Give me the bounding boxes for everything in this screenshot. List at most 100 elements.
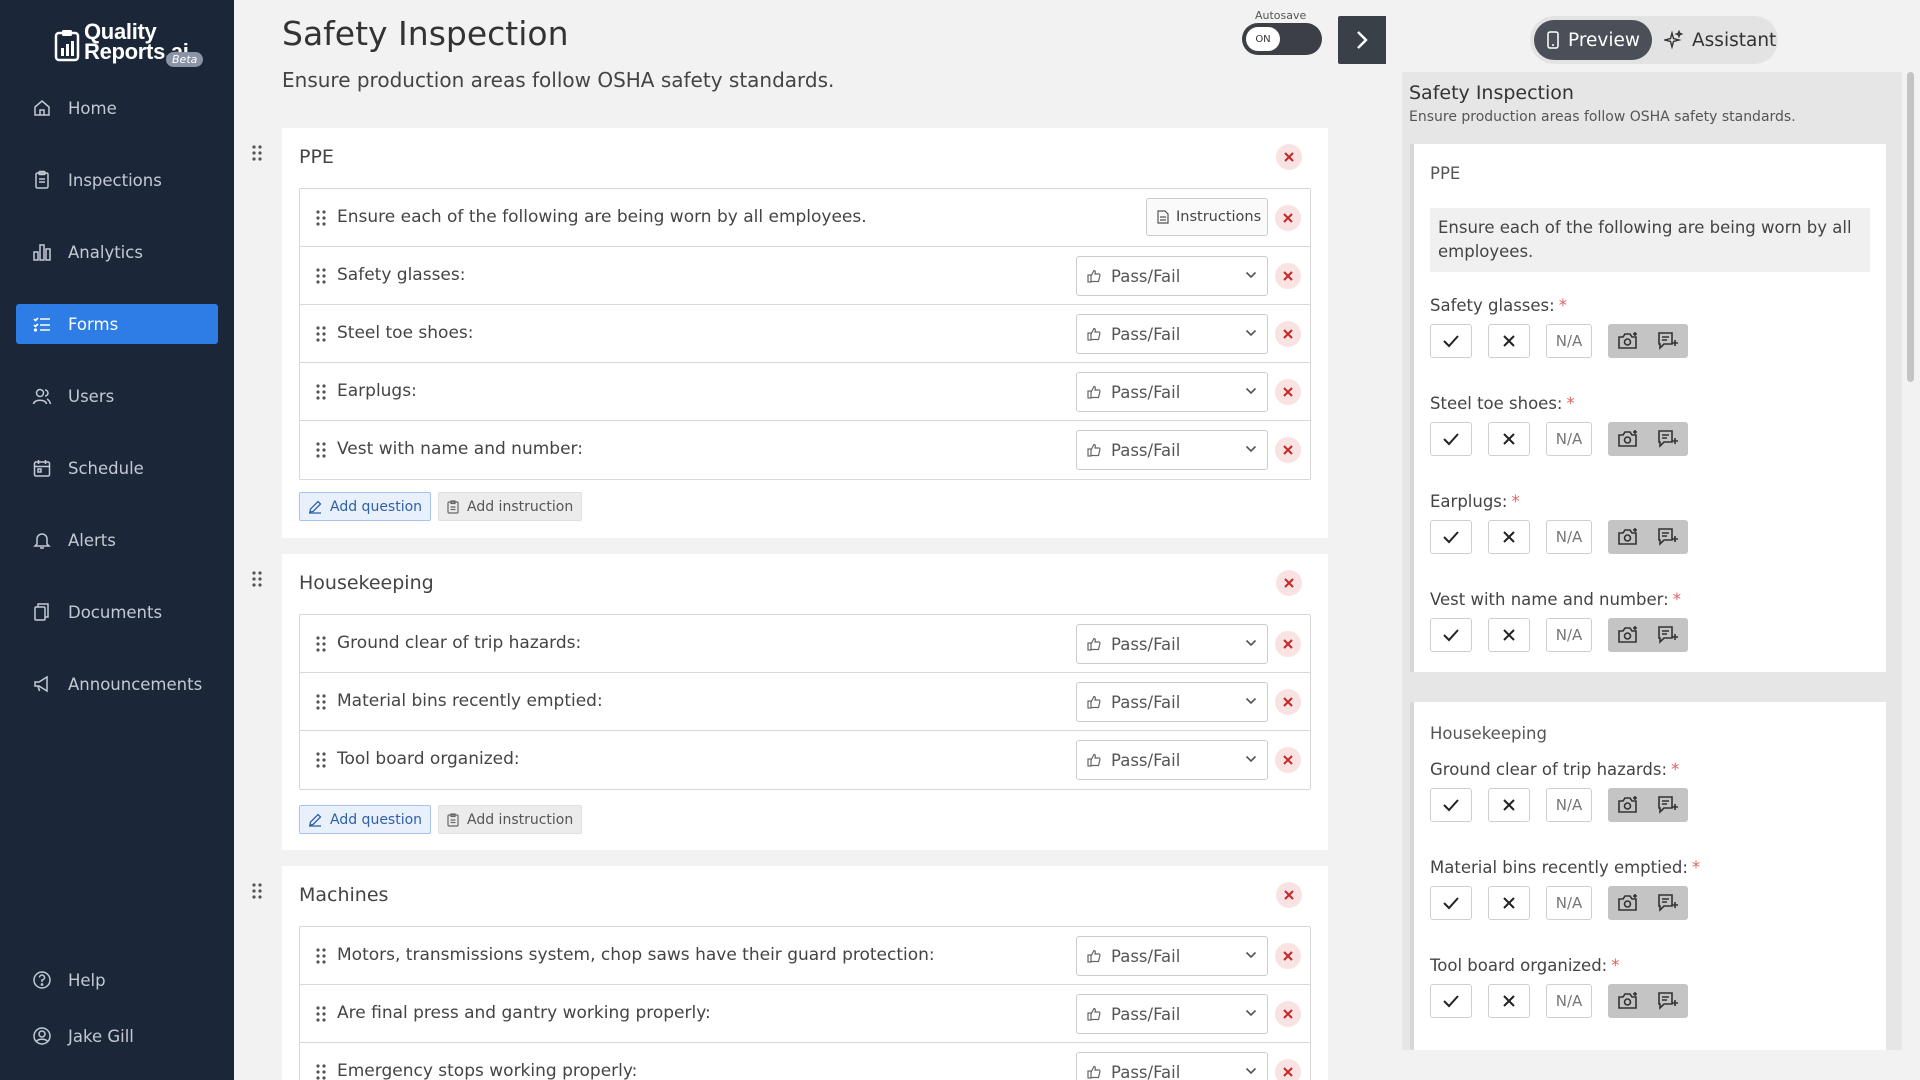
add-photo-icon[interactable] [1617, 625, 1639, 645]
sidebar-item-analytics[interactable]: Analytics [16, 232, 218, 272]
na-button[interactable]: N/A [1546, 324, 1592, 358]
fail-button[interactable] [1488, 520, 1530, 554]
question-text[interactable]: Safety glasses: [337, 265, 465, 285]
form-subtitle[interactable]: Ensure production areas follow OSHA safe… [282, 68, 834, 92]
sidebar-item-documents[interactable]: Documents [16, 592, 218, 632]
sidebar-item-help[interactable]: Help [16, 960, 218, 1000]
question-type-select[interactable]: Pass/Fail [1076, 624, 1268, 664]
section-title[interactable]: PPE [299, 146, 334, 168]
collapse-panel-button[interactable] [1338, 16, 1386, 64]
remove-item-button[interactable] [1275, 1059, 1301, 1080]
remove-section-button[interactable] [1276, 144, 1302, 170]
drag-handle-icon[interactable] [314, 325, 328, 343]
question-text[interactable]: Material bins recently emptied: [337, 691, 603, 711]
add-comment-icon[interactable] [1657, 795, 1679, 815]
add-comment-icon[interactable] [1657, 429, 1679, 449]
section-title[interactable]: Housekeeping [299, 572, 434, 594]
remove-item-button[interactable] [1275, 437, 1301, 463]
drag-handle-icon[interactable] [250, 570, 264, 588]
drag-handle-icon[interactable] [314, 1005, 328, 1023]
remove-item-button[interactable] [1275, 205, 1301, 231]
sidebar-item-forms[interactable]: Forms [16, 304, 218, 344]
sidebar-item-users[interactable]: Users [16, 376, 218, 416]
add-comment-icon[interactable] [1657, 331, 1679, 351]
instructions-button[interactable]: Instructions [1146, 198, 1268, 236]
na-button[interactable]: N/A [1546, 886, 1592, 920]
add-photo-icon[interactable] [1617, 795, 1639, 815]
question-text[interactable]: Tool board organized: [337, 749, 520, 769]
app-logo[interactable]: Quality Reports.ai Beta [54, 21, 204, 74]
pass-button[interactable] [1430, 788, 1472, 822]
add-photo-icon[interactable] [1617, 893, 1639, 913]
remove-item-button[interactable] [1275, 263, 1301, 289]
na-button[interactable]: N/A [1546, 520, 1592, 554]
pass-button[interactable] [1430, 520, 1472, 554]
sidebar-user-profile[interactable]: Jake Gill [16, 1016, 218, 1056]
sidebar-item-announcements[interactable]: Announcements [16, 664, 218, 704]
sidebar-item-inspections[interactable]: Inspections [16, 160, 218, 200]
drag-handle-icon[interactable] [314, 1063, 328, 1080]
question-type-select[interactable]: Pass/Fail [1076, 314, 1268, 354]
add-comment-icon[interactable] [1657, 893, 1679, 913]
add-photo-icon[interactable] [1617, 991, 1639, 1011]
add-photo-icon[interactable] [1617, 331, 1639, 351]
preview-scrollbar[interactable] [1907, 72, 1914, 382]
add-comment-icon[interactable] [1657, 991, 1679, 1011]
question-text[interactable]: Vest with name and number: [337, 439, 583, 459]
pass-button[interactable] [1430, 886, 1472, 920]
drag-handle-icon[interactable] [314, 751, 328, 769]
add-comment-icon[interactable] [1657, 527, 1679, 547]
add-photo-icon[interactable] [1617, 429, 1639, 449]
remove-item-button[interactable] [1275, 321, 1301, 347]
question-text[interactable]: Steel toe shoes: [337, 323, 474, 343]
add-instruction-button[interactable]: Add instruction [438, 492, 583, 521]
add-instruction-button[interactable]: Add instruction [438, 805, 583, 834]
na-button[interactable]: N/A [1546, 618, 1592, 652]
add-photo-icon[interactable] [1617, 527, 1639, 547]
fail-button[interactable] [1488, 618, 1530, 652]
drag-handle-icon[interactable] [250, 144, 264, 162]
sidebar-item-schedule[interactable]: Schedule [16, 448, 218, 488]
drag-handle-icon[interactable] [250, 882, 264, 900]
na-button[interactable]: N/A [1546, 422, 1592, 456]
fail-button[interactable] [1488, 788, 1530, 822]
pass-button[interactable] [1430, 618, 1472, 652]
drag-handle-icon[interactable] [314, 635, 328, 653]
question-text[interactable]: Ground clear of trip hazards: [337, 633, 581, 653]
question-type-select[interactable]: Pass/Fail [1076, 936, 1268, 976]
drag-handle-icon[interactable] [314, 383, 328, 401]
question-type-select[interactable]: Pass/Fail [1076, 256, 1268, 296]
drag-handle-icon[interactable] [314, 267, 328, 285]
pass-button[interactable] [1430, 324, 1472, 358]
remove-item-button[interactable] [1275, 943, 1301, 969]
question-text[interactable]: Motors, transmissions system, chop saws … [337, 945, 935, 965]
question-type-select[interactable]: Pass/Fail [1076, 994, 1268, 1034]
remove-item-button[interactable] [1275, 631, 1301, 657]
fail-button[interactable] [1488, 984, 1530, 1018]
na-button[interactable]: N/A [1546, 788, 1592, 822]
question-text[interactable]: Are final press and gantry working prope… [337, 1003, 711, 1023]
add-comment-icon[interactable] [1657, 625, 1679, 645]
remove-item-button[interactable] [1275, 379, 1301, 405]
add-question-button[interactable]: Add question [299, 492, 432, 521]
remove-item-button[interactable] [1275, 747, 1301, 773]
instruction-text[interactable]: Ensure each of the following are being w… [337, 207, 867, 227]
drag-handle-icon[interactable] [314, 441, 328, 459]
remove-item-button[interactable] [1275, 1001, 1301, 1027]
question-type-select[interactable]: Pass/Fail [1076, 372, 1268, 412]
question-type-select[interactable]: Pass/Fail [1076, 740, 1268, 780]
form-title[interactable]: Safety Inspection [282, 14, 569, 53]
fail-button[interactable] [1488, 324, 1530, 358]
tab-preview[interactable]: Preview [1534, 20, 1653, 60]
drag-handle-icon[interactable] [314, 947, 328, 965]
pass-button[interactable] [1430, 422, 1472, 456]
question-type-select[interactable]: Pass/Fail [1076, 682, 1268, 722]
drag-handle-icon[interactable] [314, 693, 328, 711]
pass-button[interactable] [1430, 984, 1472, 1018]
question-type-select[interactable]: Pass/Fail [1076, 430, 1268, 470]
drag-handle-icon[interactable] [314, 209, 328, 227]
na-button[interactable]: N/A [1546, 984, 1592, 1018]
fail-button[interactable] [1488, 422, 1530, 456]
fail-button[interactable] [1488, 886, 1530, 920]
sidebar-item-alerts[interactable]: Alerts [16, 520, 218, 560]
